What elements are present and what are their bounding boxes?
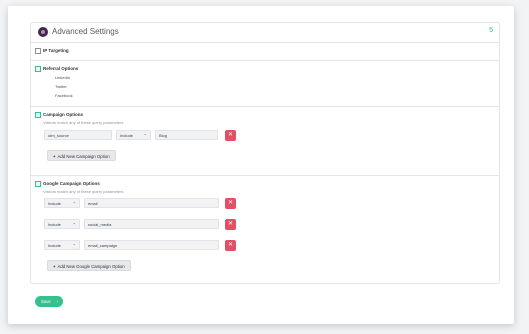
campaign-description: Visitors match any of these query parame… [43, 120, 124, 125]
referral-section: Referral Options LinkedIn Twitter Facebo… [31, 61, 499, 107]
add-google-campaign-option-button[interactable]: + Add New Google Campaign Option [47, 260, 131, 271]
close-icon: ✕ [227, 132, 234, 138]
google-operator-select[interactable]: Include ⌃ [44, 219, 80, 229]
google-delete-button[interactable]: ✕ [225, 240, 236, 251]
campaign-operator-value: Include [120, 133, 133, 138]
referral-checkbox[interactable] [35, 66, 41, 72]
ip-targeting-section: IP Targeting [31, 43, 499, 61]
google-campaign-checkbox[interactable] [35, 181, 41, 187]
chevron-right-icon: › [56, 299, 58, 304]
campaign-checkbox[interactable] [35, 112, 41, 118]
save-label: Save [41, 299, 51, 304]
campaign-operator-select[interactable]: Include ⌃ [116, 130, 151, 140]
plus-icon: + [53, 264, 56, 269]
ip-targeting-checkbox[interactable] [35, 48, 41, 54]
ip-targeting-label: IP Targeting [43, 48, 69, 53]
app-window: Advanced Settings 5 IP Targeting Referra… [8, 6, 514, 324]
referral-item-linkedin[interactable]: LinkedIn [55, 75, 70, 80]
advanced-settings-card: Advanced Settings 5 IP Targeting Referra… [30, 22, 500, 284]
google-operator-value: Include [48, 222, 61, 227]
google-delete-button[interactable]: ✕ [225, 198, 236, 209]
add-google-campaign-option-label: Add New Google Campaign Option [57, 264, 125, 269]
close-icon: ✕ [227, 221, 234, 227]
google-operator-select[interactable]: Include ⌃ [44, 198, 80, 208]
card-header[interactable]: Advanced Settings 5 [31, 23, 499, 43]
google-operator-value: Include [48, 201, 61, 206]
google-delete-button[interactable]: ✕ [225, 219, 236, 230]
page-title: Advanced Settings [52, 27, 119, 36]
google-operator-select[interactable]: Include ⌃ [44, 240, 80, 250]
google-campaign-section: Google Campaign Options Visitors match a… [31, 176, 499, 282]
save-button[interactable]: Save › [35, 296, 63, 307]
close-icon: ✕ [227, 242, 234, 248]
close-icon: ✕ [227, 200, 234, 206]
campaign-section: Campaign Options Visitors match any of t… [31, 107, 499, 176]
referral-item-twitter[interactable]: Twitter [55, 84, 67, 89]
google-operator-value: Include [48, 243, 61, 248]
owl-logo-icon [38, 27, 48, 37]
chevron-updown-icon: ⌃ [72, 222, 76, 227]
google-value-field[interactable]: email_campaign [84, 240, 219, 250]
add-campaign-option-button[interactable]: + Add New Campaign Option [47, 150, 116, 161]
chevron-updown-icon: ⌃ [72, 201, 76, 206]
campaign-value-field[interactable]: Blog [155, 130, 218, 140]
google-value-field[interactable]: social_media [84, 219, 219, 229]
google-campaign-title: Google Campaign Options [43, 181, 100, 186]
add-campaign-option-label: Add New Campaign Option [57, 154, 110, 159]
chevron-updown-icon: ⌃ [72, 243, 76, 248]
google-campaign-description: Visitors match any of these query parame… [43, 189, 124, 194]
campaign-delete-button[interactable]: ✕ [225, 130, 236, 141]
campaign-title: Campaign Options [43, 112, 84, 117]
referral-item-facebook[interactable]: Facebook [55, 93, 73, 98]
referral-title: Referral Options [43, 66, 79, 71]
campaign-param-field[interactable]: utm_source [44, 130, 112, 140]
chevron-updown-icon: ⌃ [143, 133, 147, 138]
google-value-field[interactable]: email [84, 198, 219, 208]
plus-icon: + [53, 154, 56, 159]
count-badge: 5 [489, 27, 493, 34]
